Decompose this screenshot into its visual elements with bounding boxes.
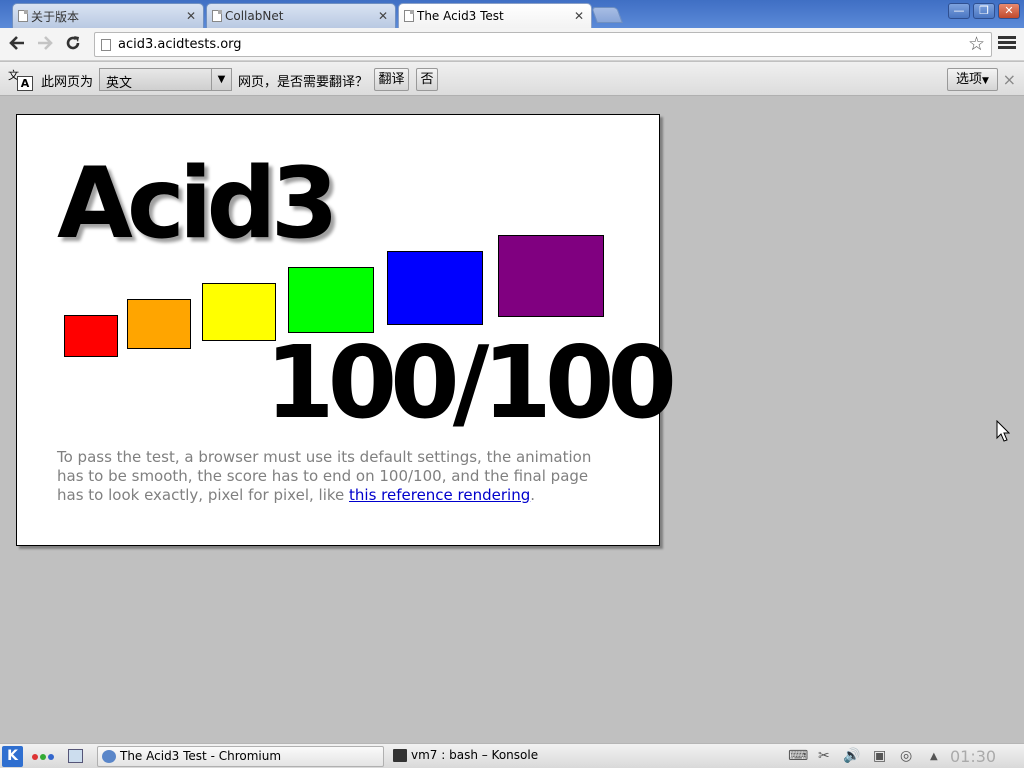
tray-expand-icon[interactable]: ▲	[930, 751, 938, 762]
translate-icon: 文A	[7, 67, 33, 91]
tab-close-icon[interactable]: ✕	[573, 9, 585, 23]
wrench-menu-icon[interactable]	[998, 34, 1016, 54]
purple-box	[498, 235, 604, 317]
new-tab-button[interactable]	[591, 7, 623, 23]
acid3-page: Acid3 100/100 To pass the test, a browse…	[16, 114, 677, 546]
konsole-icon	[393, 749, 407, 762]
tab-collabnet[interactable]: CollabNet ✕	[206, 3, 396, 28]
translate-prefix: 此网页为	[41, 75, 94, 90]
task-label: vm7 : bash – Konsole	[411, 748, 539, 762]
language-select[interactable]: 英文 ▼	[99, 68, 232, 91]
task-label: The Acid3 Test - Chromium	[120, 749, 282, 763]
device-icon[interactable]: ▣	[873, 748, 886, 764]
forward-arrow-icon[interactable]	[35, 34, 55, 54]
no-button[interactable]: 否	[416, 68, 438, 91]
browser-toolbar: acid3.acidtests.org ☆	[0, 28, 1024, 61]
score: 100/100	[265, 324, 677, 441]
instructions-text: To pass the test, a browser must use its…	[57, 448, 617, 505]
taskbar: K The Acid3 Test - Chromium vm7 : bash –…	[0, 743, 1024, 768]
tab-close-icon[interactable]: ✕	[377, 9, 389, 23]
reference-rendering-link[interactable]: this reference rendering	[349, 486, 530, 504]
translate-button[interactable]: 翻译	[374, 68, 409, 91]
chevron-down-icon: ▼	[211, 69, 231, 90]
network-icon[interactable]: ◎	[900, 748, 912, 764]
close-icon[interactable]: ×	[1003, 70, 1016, 89]
translate-infobar: 文A 此网页为 英文 ▼ 网页，是否需要翻译？ 翻译 否 选项▼ ×	[0, 62, 1024, 96]
page-icon	[404, 10, 414, 22]
scissors-icon[interactable]: ✂	[818, 748, 830, 764]
activity-dots-icon[interactable]	[32, 754, 54, 760]
kde-menu-button[interactable]: K	[2, 746, 23, 767]
tab-label: The Acid3 Test	[417, 9, 504, 23]
close-window-button[interactable]: ✕	[998, 3, 1020, 19]
volume-icon[interactable]: 🔊	[843, 748, 860, 764]
note-end: .	[530, 486, 536, 504]
task-chromium[interactable]: The Acid3 Test - Chromium	[97, 746, 384, 767]
tab-close-icon[interactable]: ✕	[185, 9, 197, 23]
page-icon	[212, 10, 222, 22]
keyboard-icon[interactable]: ⌨	[788, 748, 808, 764]
tab-acid3[interactable]: The Acid3 Test ✕	[398, 3, 592, 28]
red-box	[64, 315, 118, 357]
reload-icon[interactable]	[63, 34, 83, 54]
mouse-cursor-icon	[996, 420, 1010, 442]
blue-box	[387, 251, 483, 325]
task-konsole[interactable]: vm7 : bash – Konsole	[389, 746, 589, 767]
orange-box	[127, 299, 191, 349]
address-bar[interactable]: acid3.acidtests.org ☆	[94, 32, 992, 57]
star-icon[interactable]: ☆	[968, 34, 985, 54]
translate-question: 网页，是否需要翻译？	[238, 75, 369, 90]
page-title: Acid3	[57, 147, 339, 261]
chromium-icon	[102, 750, 116, 763]
tab-label: 关于版本	[31, 9, 80, 24]
page-icon	[18, 10, 28, 22]
page-icon	[101, 39, 111, 51]
minimize-button[interactable]: —	[948, 3, 970, 19]
options-button[interactable]: 选项▼	[947, 68, 998, 91]
options-label: 选项	[956, 72, 983, 87]
tab-strip: 关于版本 ✕ CollabNet ✕ The Acid3 Test ✕ — ❐ …	[0, 0, 1024, 28]
window-controls: — ❐ ✕	[948, 3, 1020, 19]
chevron-down-icon: ▼	[982, 76, 989, 86]
tab-label: CollabNet	[225, 9, 284, 23]
tab-about[interactable]: 关于版本 ✕	[12, 3, 204, 28]
url-text[interactable]: acid3.acidtests.org	[118, 37, 242, 52]
language-value: 英文	[106, 76, 133, 91]
restore-button[interactable]: ❐	[973, 3, 995, 19]
clock[interactable]: 01:30	[950, 747, 996, 766]
back-arrow-icon[interactable]	[7, 34, 27, 54]
desktop-grid-icon[interactable]	[68, 749, 83, 763]
